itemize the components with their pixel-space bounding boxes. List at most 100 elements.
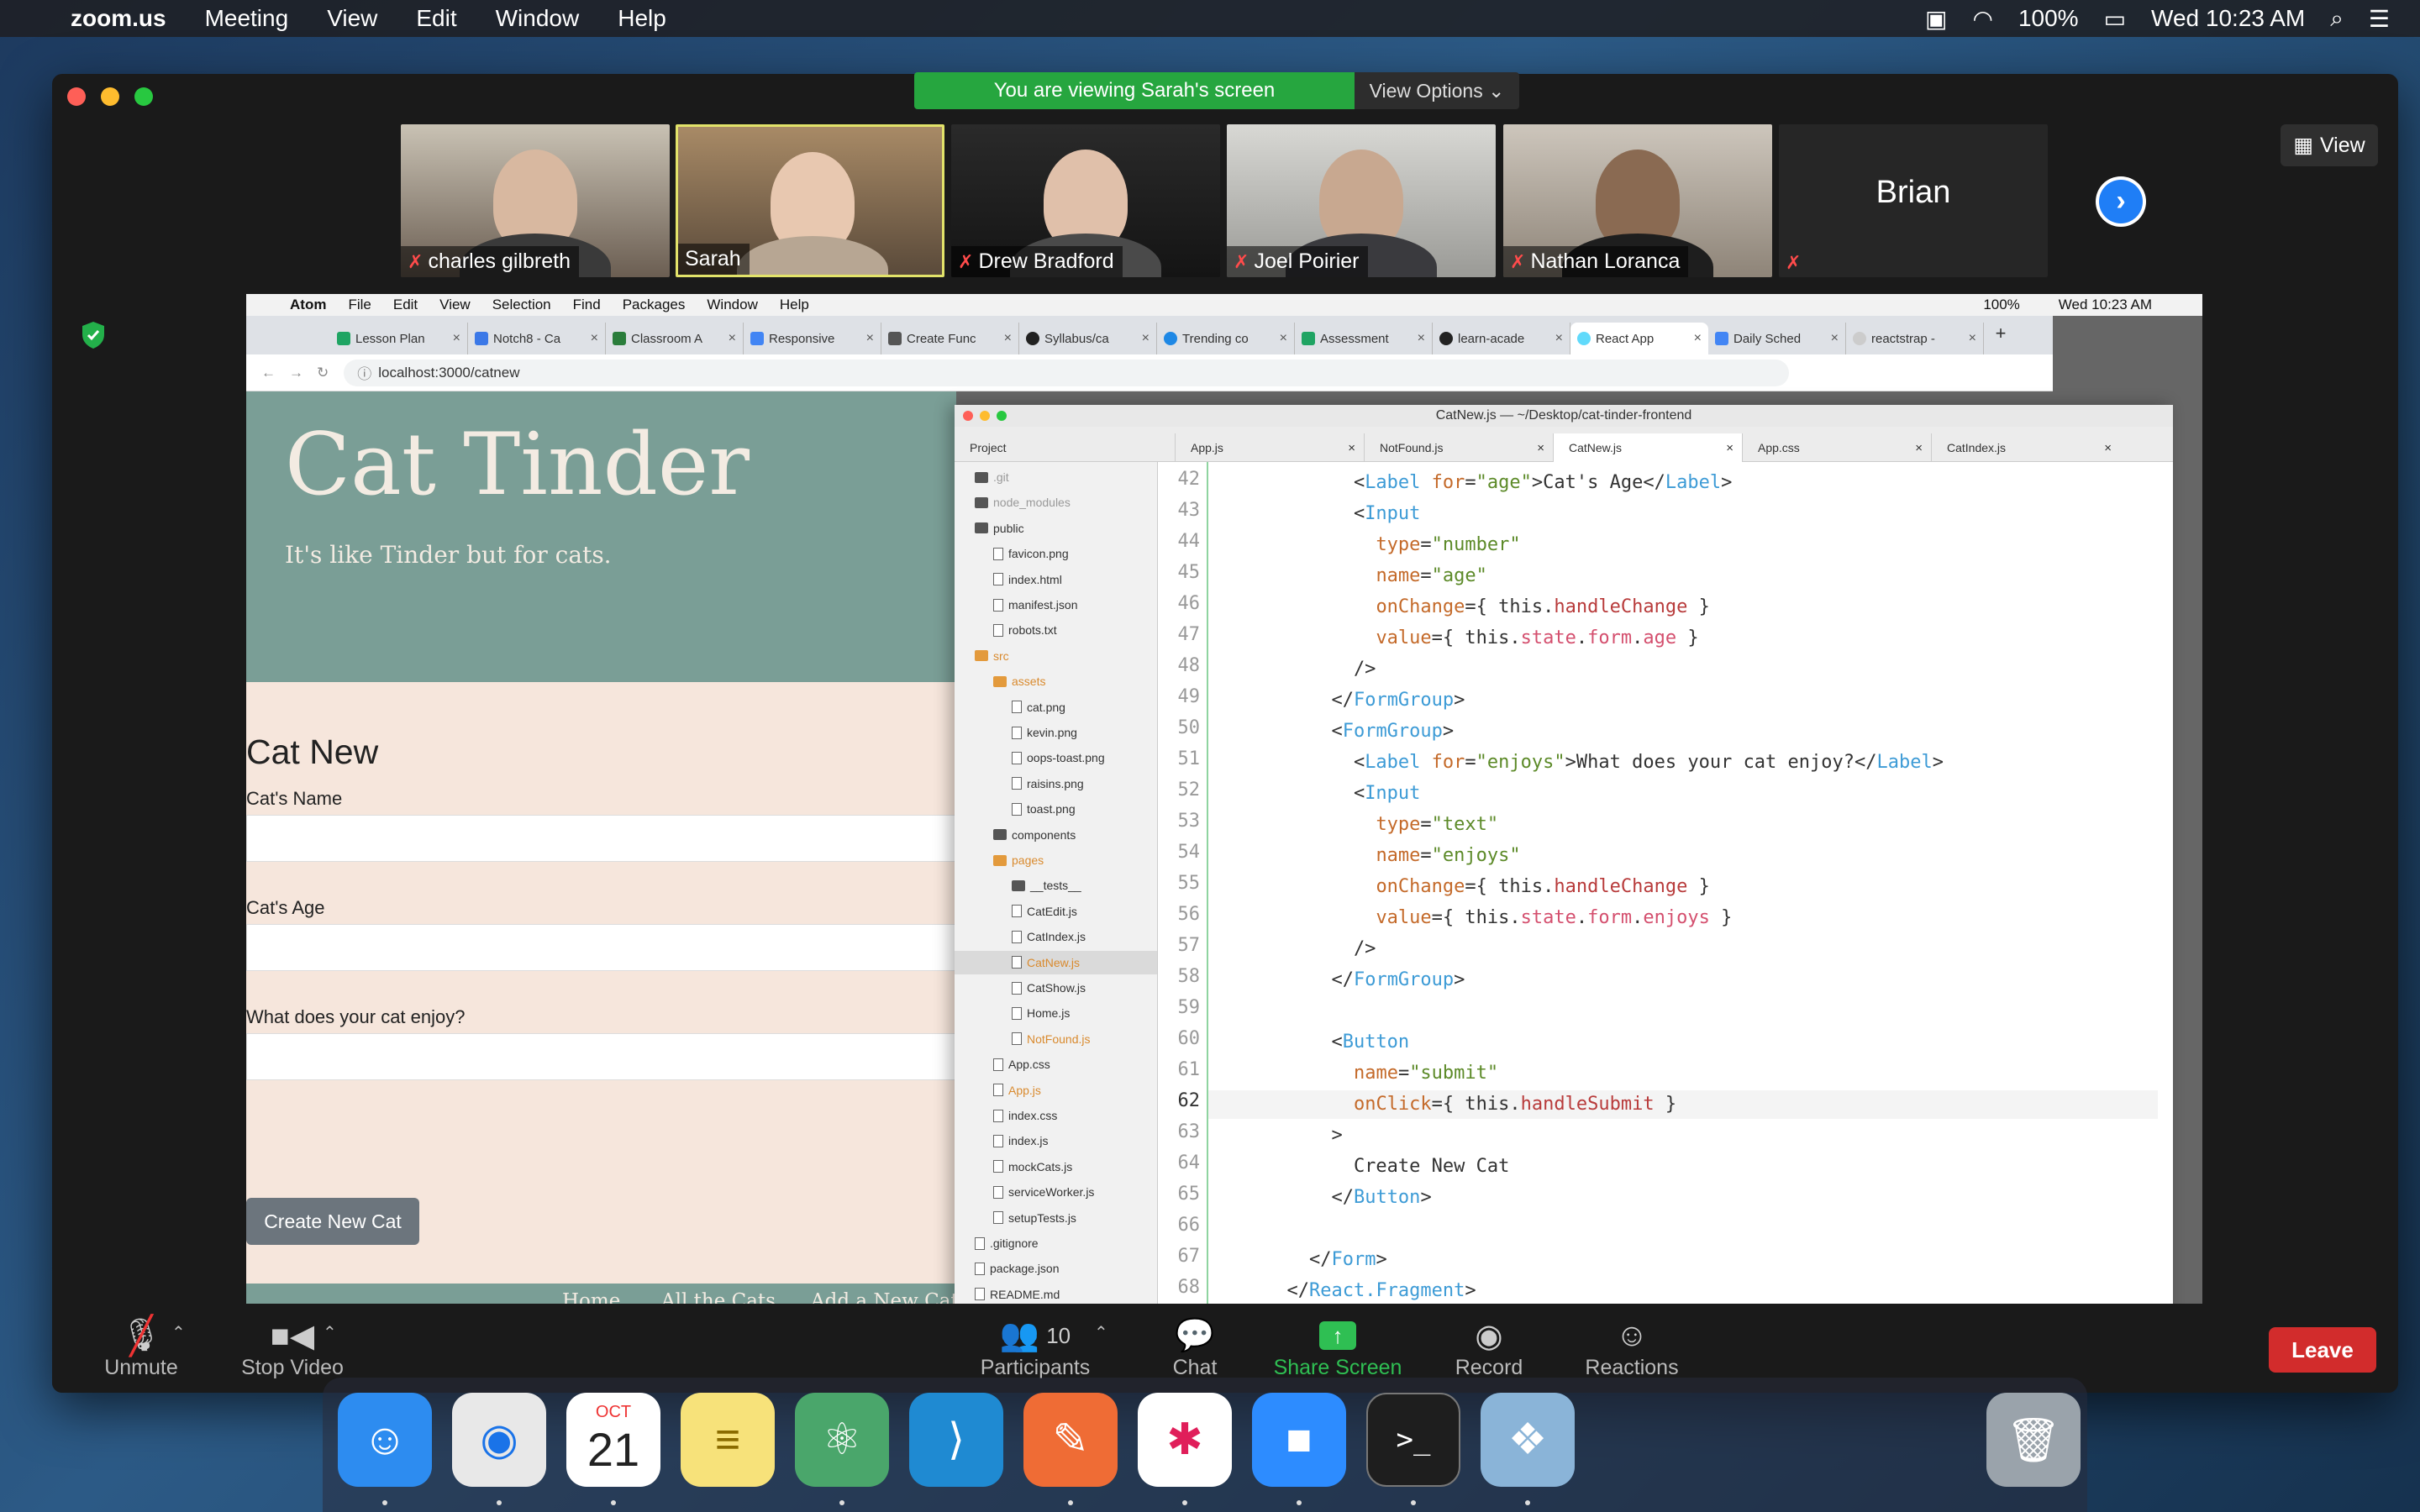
video-tile[interactable]: ✗ Joel Poirier	[1227, 124, 1496, 277]
menu-edit[interactable]: Edit	[416, 5, 456, 32]
code-line: </Button>	[1220, 1187, 1432, 1208]
editor-tab-active: CatNew.js ×	[1553, 433, 1742, 462]
leave-button[interactable]: Leave	[2269, 1327, 2376, 1373]
tree-file: toast.png	[955, 797, 1157, 821]
code-line: type="number"	[1376, 534, 1521, 555]
trash-icon[interactable]: 🗑	[1986, 1393, 2081, 1487]
tree-file: setupTests.js	[955, 1206, 1157, 1230]
search-icon[interactable]: ⌕	[2330, 5, 2344, 33]
chrome-icon[interactable]: ◉	[452, 1393, 546, 1487]
audio-options-chevron-icon[interactable]: ⌃	[171, 1322, 186, 1343]
stop-video-button[interactable]: ■◀ Stop Video	[225, 1315, 360, 1380]
menu-window[interactable]: Window	[496, 5, 580, 32]
participants-chevron-icon[interactable]: ⌃	[1094, 1322, 1108, 1343]
file-icon	[975, 1262, 985, 1275]
calendar-icon[interactable]: OCT 21	[566, 1393, 660, 1487]
finder-icon[interactable]: ☺	[338, 1393, 432, 1487]
shared-menu-help: Help	[779, 297, 809, 312]
line-number: 63	[1177, 1121, 1201, 1142]
view-options-label: View Options	[1369, 79, 1483, 102]
atom-title-bar: CatNew.js — ~/Desktop/cat-tinder-fronten…	[955, 405, 2173, 427]
zoom-icon[interactable]: ■	[1252, 1393, 1346, 1487]
menu-meeting[interactable]: Meeting	[205, 5, 289, 32]
record-button[interactable]: ◉ Record	[1430, 1315, 1548, 1380]
atom-icon[interactable]: ⚛	[795, 1393, 889, 1487]
encryption-shield-icon[interactable]	[81, 321, 106, 349]
tree-file: favicon.png	[955, 542, 1157, 565]
atom-editor: CatNew.js — ~/Desktop/cat-tinder-fronten…	[955, 405, 2173, 1304]
menu-app-name[interactable]: zoom.us	[71, 5, 166, 32]
shared-clock: Wed 10:23 AM	[2058, 297, 2152, 312]
tree-folder: node_modules	[955, 491, 1157, 514]
minimize-window-icon	[980, 411, 990, 421]
video-tile-active[interactable]: Sarah	[676, 124, 944, 277]
cat-tinder-page: Cat Tinder It's like Tinder but for cats…	[246, 391, 959, 1304]
tree-node-label: CatEdit.js	[1027, 904, 1077, 918]
view-options-button[interactable]: View Options ⌄	[1355, 72, 1519, 109]
minimize-window-icon[interactable]	[101, 87, 119, 106]
video-tile[interactable]: ✗ Nathan Loranca	[1503, 124, 1772, 277]
vscode-icon[interactable]: ⟩	[909, 1393, 1003, 1487]
tree-node-label: robots.txt	[1008, 623, 1057, 638]
share-screen-button[interactable]: ↑ Share Screen	[1262, 1315, 1413, 1380]
battery-percent[interactable]: 100%	[2018, 5, 2079, 32]
forward-icon: →	[289, 364, 303, 381]
video-tile[interactable]: ✗ Drew Bradford	[951, 124, 1220, 277]
zoom-window-icon[interactable]	[134, 87, 153, 106]
tree-file: App.js	[955, 1079, 1157, 1102]
tree-file: index.css	[955, 1104, 1157, 1127]
reactions-button[interactable]: ☺ Reactions	[1565, 1315, 1699, 1380]
close-window-icon	[963, 411, 973, 421]
code-area: <Label for="age">Cat's Age</Label> <Inpu…	[1208, 462, 2173, 1304]
terminal-icon[interactable]: >_	[1366, 1393, 1460, 1487]
file-icon	[1012, 1006, 1022, 1020]
tree-file: index.js	[955, 1129, 1157, 1152]
code-line: name="enjoys"	[1376, 845, 1521, 866]
atom-tab-bar: Project App.js × NotFound.js × CatNew.js × …	[955, 427, 2173, 462]
muted-mic-icon: ✗	[958, 250, 974, 272]
shared-menu-window: Window	[707, 297, 758, 312]
line-number: 51	[1177, 748, 1201, 769]
clock[interactable]: Wed 10:23 AM	[2151, 5, 2305, 32]
line-number: 58	[1177, 966, 1201, 987]
line-number: 60	[1177, 1028, 1201, 1049]
tree-node-label: serviceWorker.js	[1008, 1185, 1095, 1200]
video-tile[interactable]: Brian ✗	[1779, 124, 2048, 277]
tree-node-label: kevin.png	[1027, 726, 1077, 739]
battery-icon[interactable]: ▭	[2104, 5, 2126, 33]
line-number: 52	[1177, 780, 1201, 801]
chat-button[interactable]: 💬 Chat	[1136, 1315, 1254, 1380]
wifi-icon[interactable]: ◠	[1973, 5, 1993, 33]
video-tile[interactable]: ✗ charles gilbreth	[401, 124, 670, 277]
video-options-chevron-icon[interactable]: ⌃	[323, 1322, 337, 1343]
editor-tab: CatIndex.js ×	[1931, 433, 2120, 462]
tree-node-label: mockCats.js	[1008, 1159, 1073, 1173]
menu-help[interactable]: Help	[618, 5, 666, 32]
slack-icon[interactable]: ✱	[1138, 1393, 1232, 1487]
notes-icon[interactable]: ≡	[681, 1393, 775, 1487]
code-line: <Label for="age">Cat's Age</Label>	[1220, 472, 1733, 493]
control-center-icon[interactable]: ☰	[2369, 5, 2390, 33]
close-window-icon[interactable]	[67, 87, 86, 106]
participants-button[interactable]: 👥 10 Participants	[968, 1315, 1102, 1380]
file-icon	[1012, 802, 1022, 816]
postman-icon[interactable]: ✎	[1023, 1393, 1118, 1487]
file-icon	[993, 1211, 1003, 1225]
footer-link-all-cats: All the Cats	[661, 1290, 776, 1304]
address-url: localhost:3000/catnew	[378, 364, 520, 381]
chevron-right-icon: ›	[2099, 180, 2143, 223]
line-number: 65	[1177, 1184, 1201, 1205]
gallery-view-button[interactable]: ▦ View	[2281, 124, 2378, 166]
tree-file: oops-toast.png	[955, 746, 1157, 769]
preview-icon[interactable]: ❖	[1481, 1393, 1575, 1487]
zoom-status-icon[interactable]: ▣	[1925, 5, 1947, 33]
participants-icon: 👥	[999, 1318, 1040, 1353]
menu-view[interactable]: View	[327, 5, 377, 32]
tree-node-label: package.json	[990, 1262, 1060, 1276]
tree-node-label: App.js	[1008, 1083, 1041, 1097]
next-page-button[interactable]: ›	[2096, 176, 2146, 227]
line-number: 61	[1177, 1059, 1201, 1080]
tree-node-label: Home.js	[1027, 1006, 1071, 1021]
folder-icon	[1012, 879, 1025, 891]
shared-app-name: Atom	[290, 297, 327, 312]
